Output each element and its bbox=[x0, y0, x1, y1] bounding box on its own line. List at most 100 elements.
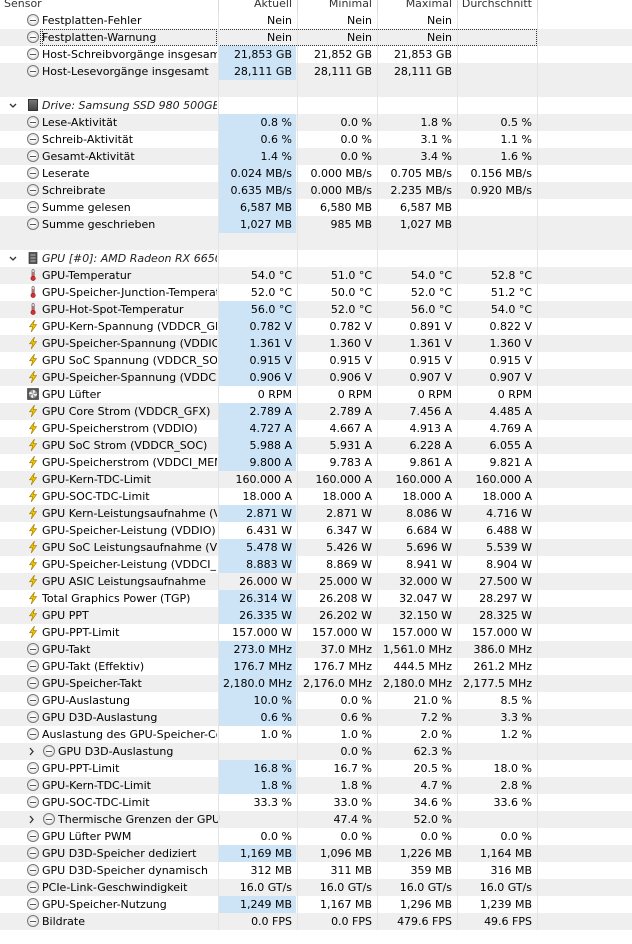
value-maximum: 3.1 % bbox=[420, 133, 452, 146]
value-maximum: 28,111 GB bbox=[393, 65, 452, 78]
sensor-label: Summe gelesen bbox=[42, 201, 131, 214]
value-average: 1.360 V bbox=[489, 337, 532, 350]
value-average: 6.488 W bbox=[486, 524, 532, 537]
value-minimum: 21,852 GB bbox=[313, 48, 372, 61]
sensor-label: GPU-Speicherstrom (VDDCI_MEM) bbox=[42, 456, 217, 469]
header-divider[interactable] bbox=[297, 0, 298, 12]
value-average: 261.2 MHz bbox=[473, 660, 532, 673]
value-maximum: 52.0 °C bbox=[410, 286, 452, 299]
value-average: 0.907 V bbox=[489, 371, 532, 384]
value-current: 312 MB bbox=[250, 864, 292, 877]
lightning-bolt-icon bbox=[27, 353, 39, 367]
sensor-label: GPU SoC Leistungsaufnahme (VD... bbox=[42, 541, 217, 554]
value-current: 33.3 % bbox=[253, 796, 292, 809]
value-current: 1.8 % bbox=[219, 777, 296, 794]
value-minimum: 26.202 W bbox=[319, 609, 372, 622]
value-minimum: 6,580 MB bbox=[319, 201, 372, 214]
value-average: 16.0 GT/s bbox=[479, 881, 532, 894]
value-maximum: 1.361 V bbox=[409, 337, 452, 350]
header-divider[interactable] bbox=[457, 0, 458, 12]
lightning-bolt-icon bbox=[27, 438, 39, 452]
drive-icon bbox=[28, 99, 38, 111]
value-minimum: 6.347 W bbox=[326, 524, 372, 537]
value-minimum: 37.0 MHz bbox=[320, 643, 372, 656]
header-divider[interactable] bbox=[218, 0, 219, 12]
sensor-gauge-icon bbox=[27, 677, 39, 689]
value-minimum: 0.0 % bbox=[340, 116, 372, 129]
value-average: 51.2 °C bbox=[490, 286, 532, 299]
value-current: 0.915 V bbox=[219, 352, 296, 369]
sensor-gauge-icon bbox=[27, 881, 39, 893]
value-current: 16.8 % bbox=[219, 760, 296, 777]
column-header-average[interactable]: Durchschnitt bbox=[458, 0, 536, 12]
value-maximum: 359 MB bbox=[410, 864, 452, 877]
column-header-minimum[interactable]: Minimal bbox=[298, 0, 376, 12]
value-average: 160.000 A bbox=[475, 473, 532, 486]
sensor-gauge-icon bbox=[27, 14, 39, 26]
lightning-bolt-icon bbox=[27, 370, 39, 384]
sensor-label: GPU SoC Spannung (VDDCR_SOC) bbox=[42, 354, 217, 367]
value-current: 0.024 MB/s bbox=[219, 165, 296, 182]
column-header-current[interactable]: Aktuell bbox=[219, 0, 296, 12]
value-maximum: 0.891 V bbox=[409, 320, 452, 333]
sensor-label: GPU-Takt bbox=[42, 643, 91, 656]
expand-chevron-icon[interactable] bbox=[26, 743, 38, 760]
header-divider[interactable] bbox=[537, 0, 538, 12]
value-average: 28.325 W bbox=[479, 609, 532, 622]
sensor-label: Schreib-Aktivität bbox=[42, 133, 134, 146]
sensor-label: GPU-Speicher-Junction-Temperatur bbox=[42, 286, 217, 299]
sensor-gauge-icon bbox=[27, 830, 39, 842]
sensor-label: GPU-Temperatur bbox=[42, 269, 132, 282]
value-current: 26.314 W bbox=[219, 590, 296, 607]
value-maximum: 32.150 W bbox=[399, 609, 452, 622]
collapse-chevron-icon[interactable] bbox=[8, 250, 20, 267]
value-current: 16.0 GT/s bbox=[239, 881, 292, 894]
lightning-bolt-icon bbox=[27, 608, 39, 622]
collapse-chevron-icon[interactable] bbox=[8, 97, 20, 114]
header-divider[interactable] bbox=[377, 0, 378, 12]
value-maximum: 0 RPM bbox=[417, 388, 452, 401]
column-header-sensor[interactable]: Sensor bbox=[4, 0, 218, 12]
value-current: 0.635 MB/s bbox=[219, 182, 296, 199]
value-minimum: 1.0 % bbox=[340, 728, 372, 741]
value-maximum: 444.5 MHz bbox=[393, 660, 452, 673]
value-current: 18.000 A bbox=[242, 490, 292, 503]
sensor-label: GPU-Kern-Spannung (VDDCR_GFX) bbox=[42, 320, 217, 333]
sensor-label: GPU-Kern-TDC-Limit bbox=[42, 779, 151, 792]
value-maximum: 7.456 A bbox=[409, 405, 452, 418]
sensor-gauge-icon bbox=[27, 728, 39, 740]
value-average: 18.0 % bbox=[493, 762, 532, 775]
sensor-label: GPU-PPT-Limit bbox=[42, 626, 120, 639]
fan-icon bbox=[27, 388, 39, 400]
value-minimum: 16.7 % bbox=[333, 762, 372, 775]
value-current: 5.478 W bbox=[219, 539, 296, 556]
lightning-bolt-icon bbox=[27, 591, 39, 605]
value-minimum: 0.0 % bbox=[340, 830, 372, 843]
value-average: 386.0 MHz bbox=[473, 643, 532, 656]
sensor-label: GPU-Auslastung bbox=[42, 694, 130, 707]
value-average: 1,239 MB bbox=[479, 898, 532, 911]
sensor-gauge-icon bbox=[27, 898, 39, 910]
value-average bbox=[458, 12, 536, 29]
expand-chevron-icon[interactable] bbox=[26, 811, 38, 828]
value-maximum: 21.0 % bbox=[413, 694, 452, 707]
value-maximum: 18.000 A bbox=[402, 490, 452, 503]
value-average: 9.821 A bbox=[489, 456, 532, 469]
value-maximum: 0.705 MB/s bbox=[390, 167, 452, 180]
value-minimum: 9.783 A bbox=[329, 456, 372, 469]
lightning-bolt-icon bbox=[27, 421, 39, 435]
thermometer-icon bbox=[27, 286, 39, 298]
value-current: 4.727 A bbox=[219, 420, 296, 437]
sensor-label: GPU PPT bbox=[42, 609, 89, 622]
sensor-gauge-icon bbox=[27, 643, 39, 655]
value-current: 1.4 % bbox=[219, 148, 296, 165]
value-maximum: 6.684 W bbox=[406, 524, 452, 537]
value-average: 4.716 W bbox=[486, 507, 532, 520]
sensor-label: Summe geschrieben bbox=[42, 218, 156, 231]
sensor-label: GPU-Speicher-Leistung (VDDCI_M... bbox=[42, 558, 217, 571]
column-header-maximum[interactable]: Maximal bbox=[378, 0, 456, 12]
value-maximum: 1.8 % bbox=[420, 116, 452, 129]
value-minimum: 5.931 A bbox=[329, 439, 372, 452]
value-maximum: 1,226 MB bbox=[399, 847, 452, 860]
value-maximum: 160.000 A bbox=[395, 473, 452, 486]
